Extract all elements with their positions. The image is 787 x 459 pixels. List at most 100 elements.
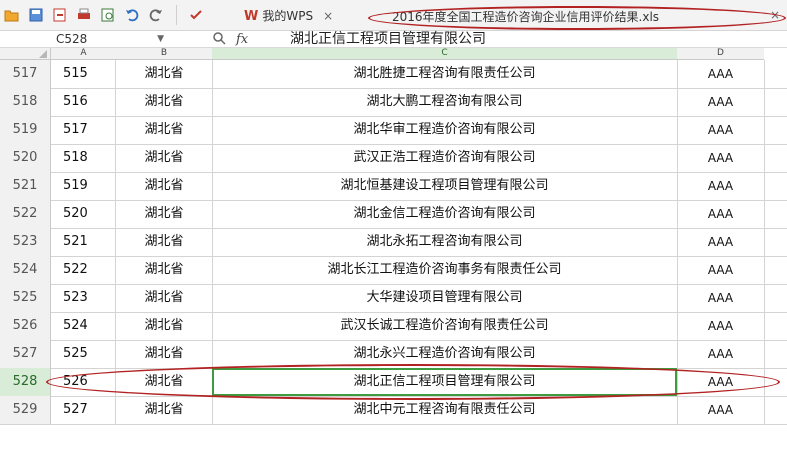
formula-input[interactable]: 湖北正信工程项目管理有限公司 <box>290 31 486 47</box>
cell-a[interactable]: 522 <box>51 256 116 284</box>
toolbar-separator <box>176 5 177 25</box>
table-row: 524 522 湖北省 湖北长江工程造价咨询事务有限责任公司 AAA <box>0 256 787 285</box>
cell-c[interactable]: 湖北胜捷工程咨询有限责任公司 <box>212 60 678 88</box>
tab-document-label: 2016年度全国工程造价咨询企业信用评价结果.xls <box>392 10 660 24</box>
table-row: 517 515 湖北省 湖北胜捷工程咨询有限责任公司 AAA <box>0 60 787 89</box>
save-icon[interactable] <box>28 7 44 23</box>
cell-a[interactable]: 525 <box>51 340 116 368</box>
table-row: 527 525 湖北省 湖北永兴工程造价咨询有限公司 AAA <box>0 340 787 369</box>
cell-a[interactable]: 518 <box>51 144 116 172</box>
row-header[interactable]: 528 <box>0 368 51 396</box>
row-header[interactable]: 522 <box>0 200 51 228</box>
cell-c[interactable]: 大华建设项目管理有限公司 <box>212 284 678 312</box>
cell-c[interactable]: 湖北华审工程造价咨询有限公司 <box>212 116 678 144</box>
cell-d[interactable]: AAA <box>677 284 765 312</box>
cell-d[interactable]: AAA <box>677 116 765 144</box>
cell-b[interactable]: 湖北省 <box>116 368 213 396</box>
cell-d[interactable]: AAA <box>677 88 765 116</box>
table-row: 519 517 湖北省 湖北华审工程造价咨询有限公司 AAA <box>0 116 787 145</box>
print-preview-icon[interactable] <box>100 7 116 23</box>
cell-c[interactable]: 湖北大鹏工程咨询有限公司 <box>212 88 678 116</box>
cell-d[interactable]: AAA <box>677 172 765 200</box>
cell-d[interactable]: AAA <box>677 256 765 284</box>
cell-d[interactable]: AAA <box>677 396 765 424</box>
cell-a[interactable]: 520 <box>51 200 116 228</box>
chevron-down-icon[interactable]: ▼ <box>157 31 164 47</box>
row-header[interactable]: 525 <box>0 284 51 312</box>
select-all-triangle-icon <box>39 50 47 58</box>
redo-icon[interactable] <box>148 7 164 23</box>
cell-b[interactable]: 湖北省 <box>116 144 213 172</box>
row-header[interactable]: 520 <box>0 144 51 172</box>
cell-a[interactable]: 523 <box>51 284 116 312</box>
row-header[interactable]: 523 <box>0 228 51 256</box>
column-header-a[interactable]: A <box>51 48 116 60</box>
cell-b[interactable]: 湖北省 <box>116 228 213 256</box>
tab-my-wps[interactable]: W 我的WPS × <box>244 6 333 26</box>
cell-b[interactable]: 湖北省 <box>116 88 213 116</box>
cell-a[interactable]: 516 <box>51 88 116 116</box>
cell-a[interactable]: 524 <box>51 312 116 340</box>
column-header-b[interactable]: B <box>116 48 212 60</box>
table-row: 522 520 湖北省 湖北金信工程造价咨询有限公司 AAA <box>0 200 787 229</box>
row-header[interactable]: 519 <box>0 116 51 144</box>
close-tab-icon[interactable]: × <box>323 9 333 23</box>
row-header[interactable]: 527 <box>0 340 51 368</box>
wps-logo-icon: W <box>244 9 259 24</box>
cell-c[interactable]: 湖北金信工程造价咨询有限公司 <box>212 200 678 228</box>
cell-b[interactable]: 湖北省 <box>116 396 213 424</box>
export-pdf-icon[interactable] <box>52 7 68 23</box>
cell-d[interactable]: AAA <box>677 144 765 172</box>
row-header[interactable]: 518 <box>0 88 51 116</box>
name-box[interactable]: C528 ▼ <box>56 31 166 47</box>
cell-d[interactable]: AAA <box>677 60 765 88</box>
cell-d[interactable]: AAA <box>677 200 765 228</box>
row-header[interactable]: 521 <box>0 172 51 200</box>
select-all-corner[interactable] <box>0 48 51 60</box>
zoom-icon[interactable] <box>212 31 226 45</box>
row-header[interactable]: 526 <box>0 312 51 340</box>
cell-a[interactable]: 527 <box>51 396 116 424</box>
cell-a[interactable]: 517 <box>51 116 116 144</box>
folder-open-icon[interactable] <box>4 7 20 23</box>
close-document-tab-icon[interactable]: × <box>770 8 780 22</box>
active-cell[interactable]: 湖北正信工程项目管理有限公司 <box>212 368 678 396</box>
table-row: 525 523 湖北省 大华建设项目管理有限公司 AAA <box>0 284 787 313</box>
name-box-value: C528 <box>56 32 88 46</box>
insert-function-button[interactable]: fx <box>236 32 248 47</box>
column-header-c[interactable]: C <box>212 48 677 60</box>
cell-d[interactable]: AAA <box>677 368 765 396</box>
cell-a[interactable]: 526 <box>51 368 116 396</box>
cell-c[interactable]: 武汉正浩工程造价咨询有限公司 <box>212 144 678 172</box>
cell-c[interactable]: 湖北永兴工程造价咨询有限公司 <box>212 340 678 368</box>
cell-a[interactable]: 521 <box>51 228 116 256</box>
cell-b[interactable]: 湖北省 <box>116 340 213 368</box>
cell-a[interactable]: 515 <box>51 60 116 88</box>
row-header[interactable]: 524 <box>0 256 51 284</box>
cell-b[interactable]: 湖北省 <box>116 200 213 228</box>
print-icon[interactable] <box>76 7 92 23</box>
cell-c[interactable]: 湖北永拓工程咨询有限公司 <box>212 228 678 256</box>
undo-icon[interactable] <box>124 7 140 23</box>
cell-b[interactable]: 湖北省 <box>116 256 213 284</box>
cell-b[interactable]: 湖北省 <box>116 312 213 340</box>
cell-c[interactable]: 湖北中元工程咨询有限责任公司 <box>212 396 678 424</box>
cell-b[interactable]: 湖北省 <box>116 172 213 200</box>
tab-document[interactable]: 2016年度全国工程造价咨询企业信用评价结果.xls <box>392 8 659 25</box>
cell-d[interactable]: AAA <box>677 228 765 256</box>
cell-b[interactable]: 湖北省 <box>116 116 213 144</box>
row-header[interactable]: 529 <box>0 396 51 424</box>
row-header[interactable]: 517 <box>0 60 51 88</box>
formula-bar: C528 ▼ fx 湖北正信工程项目管理有限公司 <box>0 31 787 48</box>
cell-b[interactable]: 湖北省 <box>116 60 213 88</box>
customize-toolbar-icon[interactable] <box>188 7 204 23</box>
cell-c[interactable]: 武汉长诚工程造价咨询有限责任公司 <box>212 312 678 340</box>
cell-c[interactable]: 湖北长江工程造价咨询事务有限责任公司 <box>212 256 678 284</box>
cell-d[interactable]: AAA <box>677 340 765 368</box>
cell-c[interactable]: 湖北恒基建设工程项目管理有限公司 <box>212 172 678 200</box>
table-row: 518 516 湖北省 湖北大鹏工程咨询有限公司 AAA <box>0 88 787 117</box>
cell-b[interactable]: 湖北省 <box>116 284 213 312</box>
column-header-d[interactable]: D <box>677 48 764 60</box>
cell-a[interactable]: 519 <box>51 172 116 200</box>
cell-d[interactable]: AAA <box>677 312 765 340</box>
